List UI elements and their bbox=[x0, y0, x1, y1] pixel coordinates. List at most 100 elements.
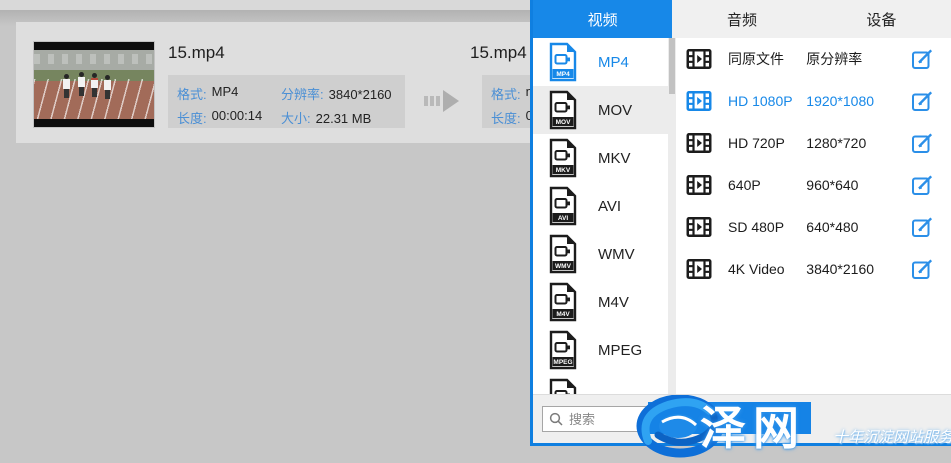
convert-arrow-icon bbox=[424, 90, 464, 112]
file-format-icon: MOV bbox=[548, 90, 578, 130]
resolution-value: 3840*2160 bbox=[329, 87, 392, 102]
source-file-info: 格式: MP4 分辨率: 3840*2160 长度: 00:00:14 大小: 22.3… bbox=[168, 75, 405, 128]
panel-body: MP4 MP4 bbox=[533, 38, 951, 395]
format-label: 格式: bbox=[491, 84, 521, 103]
preset-name: HD 1080P bbox=[728, 93, 806, 109]
film-play-icon bbox=[686, 48, 712, 70]
file-format-icon: MKV bbox=[548, 138, 578, 178]
edit-icon[interactable] bbox=[911, 174, 933, 196]
file-format-icon: MPEG bbox=[548, 330, 578, 370]
preset-resolution: 原分辨率 bbox=[806, 49, 911, 69]
thumbnail-person bbox=[90, 73, 98, 97]
format-option[interactable]: MPEG MPEG bbox=[533, 326, 668, 374]
format-search-box[interactable] bbox=[542, 406, 740, 432]
svg-text:MP4: MP4 bbox=[556, 71, 570, 78]
search-input[interactable] bbox=[567, 411, 739, 428]
edit-icon[interactable] bbox=[911, 132, 933, 154]
film-play-icon bbox=[686, 132, 712, 154]
format-option-label: MP4 bbox=[598, 54, 629, 71]
size-value: 22.31 MB bbox=[316, 111, 372, 126]
preset-name: HD 720P bbox=[728, 135, 806, 151]
format-option[interactable]: MOV MOV bbox=[533, 86, 668, 134]
format-option-label: AVI bbox=[598, 198, 621, 215]
category-tab[interactable]: 设备 bbox=[812, 0, 951, 38]
edit-icon[interactable] bbox=[911, 90, 933, 112]
format-option-label: WMV bbox=[598, 246, 635, 263]
preset-name: 4K Video bbox=[728, 261, 806, 277]
format-option-label: MPEG bbox=[598, 342, 642, 359]
container-preset-list: 同原文件 原分辨率 bbox=[676, 38, 951, 395]
duration-label: 长度: bbox=[491, 108, 521, 127]
file-format-icon: AVI bbox=[548, 186, 578, 226]
source-file-title: 15.mp4 bbox=[168, 43, 225, 63]
preset-option[interactable]: 640P 960*640 bbox=[676, 164, 951, 206]
thumbnail-photo bbox=[34, 50, 154, 119]
file-format-icon: M4V bbox=[548, 282, 578, 322]
format-option[interactable]: WMV WMV bbox=[533, 230, 668, 278]
format-option[interactable] bbox=[533, 374, 668, 395]
svg-text:AVI: AVI bbox=[558, 215, 569, 222]
format-value: MP4 bbox=[212, 84, 239, 103]
preset-resolution: 1920*1080 bbox=[806, 93, 911, 109]
edit-icon[interactable] bbox=[911, 48, 933, 70]
edit-icon[interactable] bbox=[911, 258, 933, 280]
preset-option[interactable]: HD 720P 1280*720 bbox=[676, 122, 951, 164]
format-option[interactable]: M4V M4V bbox=[533, 278, 668, 326]
confirm-button[interactable]: 确定 bbox=[716, 412, 758, 434]
film-play-icon bbox=[686, 174, 712, 196]
video-thumbnail bbox=[33, 41, 155, 128]
category-tab-label: 设备 bbox=[866, 9, 896, 30]
format-category-tabs: 视频 音频 设备 bbox=[533, 0, 951, 38]
preset-resolution: 1280*720 bbox=[806, 135, 911, 151]
svg-text:MOV: MOV bbox=[556, 119, 571, 126]
thumbnail-person bbox=[77, 72, 85, 96]
size-label: 大小: bbox=[281, 111, 311, 126]
format-option[interactable]: AVI AVI bbox=[533, 182, 668, 230]
category-tab[interactable]: 视频 bbox=[533, 0, 672, 38]
format-label: 格式: bbox=[177, 84, 207, 103]
svg-text:WMV: WMV bbox=[555, 263, 572, 270]
preset-name: 同原文件 bbox=[728, 49, 806, 69]
thumbnail-person bbox=[62, 74, 70, 98]
film-play-icon bbox=[686, 216, 712, 238]
preset-option[interactable]: SD 480P 640*480 bbox=[676, 206, 951, 248]
format-option-label: MOV bbox=[598, 102, 632, 119]
app-window: 15.mp4 格式: MP4 分辨率: 3840*2160 长度: 00:00:14 … bbox=[0, 0, 951, 463]
format-option-label: MKV bbox=[598, 150, 631, 167]
category-tab[interactable]: 音频 bbox=[672, 0, 811, 38]
duration-value: 00:00:14 bbox=[212, 108, 263, 127]
format-picker-panel: 视频 音频 设备 bbox=[530, 0, 951, 446]
film-play-icon bbox=[686, 258, 712, 280]
film-play-icon bbox=[686, 90, 712, 112]
category-tab-label: 音频 bbox=[727, 9, 757, 30]
preset-option[interactable]: 同原文件 原分辨率 bbox=[676, 38, 951, 80]
preset-name: SD 480P bbox=[728, 219, 806, 235]
thumbnail-person bbox=[103, 75, 111, 99]
panel-footer: 确定 bbox=[533, 394, 951, 443]
preset-option[interactable]: 4K Video 3840*2160 bbox=[676, 248, 951, 290]
svg-text:M4V: M4V bbox=[556, 311, 570, 318]
svg-text:MKV: MKV bbox=[556, 167, 571, 174]
duration-label: 长度: bbox=[177, 108, 207, 127]
format-list-scrollbar[interactable] bbox=[668, 38, 676, 395]
target-file-title: 15.mp4 bbox=[470, 43, 527, 63]
scrollbar-thumb[interactable] bbox=[669, 38, 675, 94]
preset-option[interactable]: HD 1080P 1920*1080 bbox=[676, 80, 951, 122]
resolution-label: 分辨率: bbox=[281, 87, 324, 102]
preset-name: 640P bbox=[728, 177, 806, 193]
svg-text:MPEG: MPEG bbox=[553, 359, 572, 366]
container-format-list: MP4 MP4 bbox=[533, 38, 668, 395]
format-option[interactable]: MKV MKV bbox=[533, 134, 668, 182]
search-icon bbox=[549, 412, 563, 426]
edit-icon[interactable] bbox=[911, 216, 933, 238]
preset-resolution: 640*480 bbox=[806, 219, 911, 235]
preset-resolution: 960*640 bbox=[806, 177, 911, 193]
format-option[interactable]: MP4 MP4 bbox=[533, 38, 668, 86]
category-tab-label: 视频 bbox=[588, 9, 618, 30]
file-format-icon: WMV bbox=[548, 234, 578, 274]
preset-resolution: 3840*2160 bbox=[806, 261, 911, 277]
thumbnail-building bbox=[34, 54, 154, 64]
format-option-label: M4V bbox=[598, 294, 629, 311]
file-format-icon: MP4 bbox=[548, 42, 578, 82]
file-format-icon bbox=[548, 378, 578, 395]
